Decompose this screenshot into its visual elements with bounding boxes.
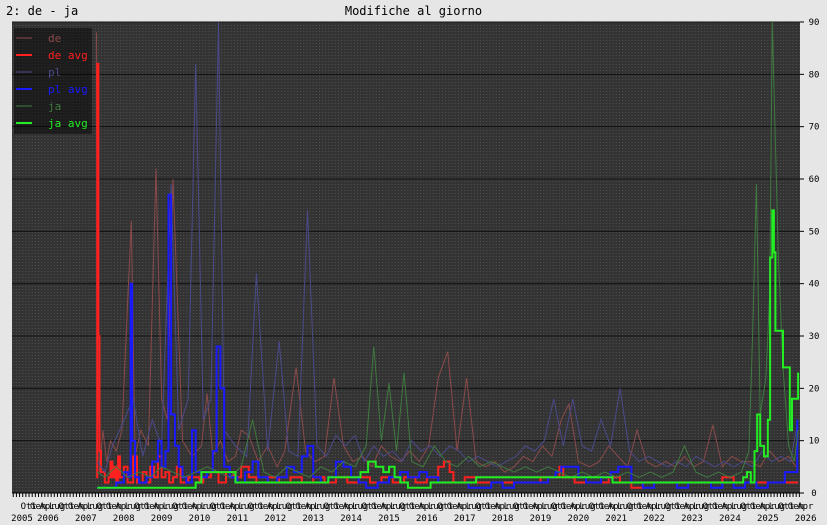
- legend-label: de: [48, 32, 61, 45]
- y-tick-label: 50: [809, 227, 820, 237]
- y-tick-label: 70: [809, 123, 820, 133]
- y-tick-label: 10: [809, 437, 820, 447]
- x-year-label: 2021: [605, 514, 627, 524]
- x-year-label: 2019: [530, 514, 552, 524]
- legend-label: ja avg: [48, 117, 88, 130]
- chart-svg: 0102030405060708090OttGenAprLugOttGenApr…: [11, 18, 820, 524]
- y-tick-label: 40: [809, 280, 820, 290]
- x-year-label: 2020: [568, 514, 590, 524]
- x-year-label: 2023: [681, 514, 703, 524]
- x-year-label: 2024: [719, 514, 741, 524]
- y-tick-label: 30: [809, 332, 820, 342]
- x-year-label: 2012: [264, 514, 286, 524]
- legend-label: pl avg: [48, 83, 88, 96]
- legend-label: ja: [48, 100, 61, 113]
- y-tick-label: 0: [811, 489, 816, 499]
- y-tick-label: 90: [809, 18, 820, 28]
- x-year-label: 2005: [11, 514, 33, 524]
- x-year-label: 2022: [643, 514, 665, 524]
- x-year-label: 2010: [189, 514, 211, 524]
- x-year-label: 2008: [113, 514, 135, 524]
- x-year-label: 2006: [37, 514, 59, 524]
- x-year-label: 2014: [340, 514, 362, 524]
- x-year-label: 2015: [378, 514, 400, 524]
- x-year-label: 2026: [795, 514, 817, 524]
- y-tick-label: 60: [809, 175, 820, 185]
- legend-label: pl: [48, 66, 61, 79]
- y-tick-label: 20: [809, 384, 820, 394]
- x-year-label: 2018: [492, 514, 514, 524]
- y-tick-label: 80: [809, 70, 820, 80]
- x-month-label: Apr: [797, 502, 814, 512]
- x-year-label: 2011: [227, 514, 249, 524]
- x-year-label: 2009: [151, 514, 173, 524]
- x-year-label: 2017: [454, 514, 476, 524]
- x-year-label: 2025: [757, 514, 779, 524]
- legend-label: de avg: [48, 49, 88, 62]
- x-year-label: 2007: [75, 514, 97, 524]
- x-year-label: 2013: [302, 514, 324, 524]
- legend: de de avg pl pl avg ja ja avg: [14, 28, 92, 134]
- x-year-label: 2016: [416, 514, 438, 524]
